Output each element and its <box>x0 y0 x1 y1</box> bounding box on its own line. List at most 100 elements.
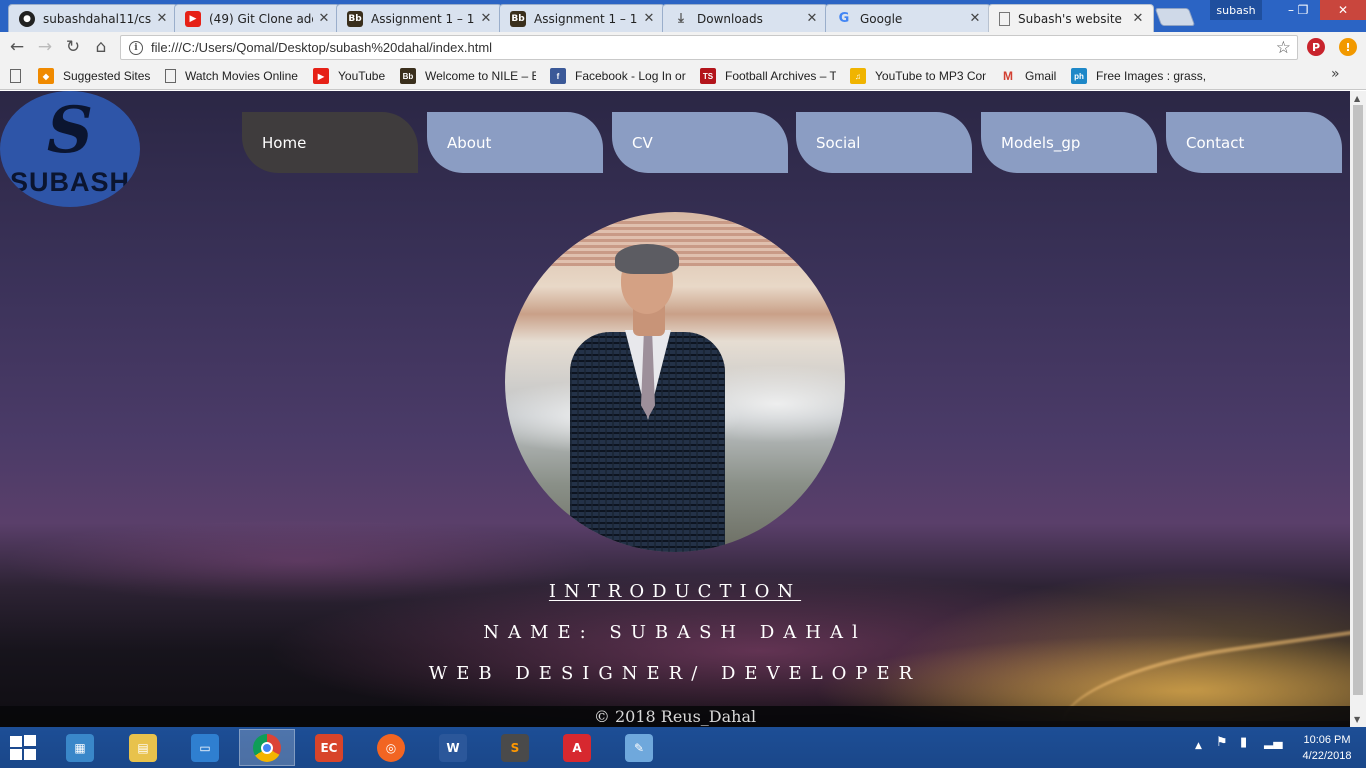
taskbar-file-explorer[interactable]: ▤ <box>115 729 171 766</box>
sublime-text-icon: S <box>501 733 529 762</box>
exam-app-icon: EC <box>315 733 343 762</box>
suggested-sites-icon: ◆ <box>38 68 54 84</box>
page-viewport: S SUBASH Home About CV Social Models_gp … <box>0 91 1350 727</box>
close-window-button[interactable]: ✕ <box>1320 0 1366 20</box>
forward-button[interactable]: → <box>34 36 56 58</box>
page-icon <box>999 11 1010 26</box>
browser-tab[interactable]: ● subashdahal11/csy ✕ <box>8 4 178 32</box>
scroll-up-icon[interactable]: ▲ <box>1354 94 1360 103</box>
bookmark-label: Watch Movies Online <box>185 69 298 83</box>
bookmark-label: Gmail <box>1025 69 1057 83</box>
browser-tab[interactable]: ⤓ Downloads ✕ <box>662 4 828 32</box>
battery-icon[interactable]: ▮ <box>1240 735 1247 750</box>
browser-toolbar: ← → ↻ ⌂ i file:///C:/Users/Qomal/Desktop… <box>0 32 1366 62</box>
intro-heading: INTRODUCTION <box>0 581 1350 602</box>
taskbar-exam-app[interactable]: EC <box>301 729 357 766</box>
bookmark-label: YouTube to MP3 Conv <box>875 69 986 83</box>
close-tab-icon[interactable]: ✕ <box>642 11 656 26</box>
taskbar-remote-desktop[interactable]: ▭ <box>177 729 233 766</box>
bookmark-star-icon[interactable]: ☆ <box>1276 38 1291 58</box>
bookmark-item[interactable]: f Facebook - Log In or <box>550 67 686 85</box>
browser-tab[interactable]: G Google ✕ <box>825 4 991 32</box>
bookmark-item[interactable]: Bb Welcome to NILE – B <box>400 67 536 85</box>
taskbar-acrobat[interactable]: A <box>549 729 605 766</box>
page-icon <box>165 69 176 83</box>
maximize-button[interactable]: ❐ <box>1288 0 1318 20</box>
word-icon: W <box>439 733 467 762</box>
bookmark-item[interactable]: TS Football Archives – T <box>700 67 836 85</box>
browser-tab[interactable]: Bb Assignment 1 – 17/ ✕ <box>499 4 665 32</box>
pixabay-icon: ph <box>1071 68 1087 84</box>
facebook-icon: f <box>550 68 566 84</box>
taskbar-chrome[interactable] <box>239 729 295 766</box>
bookmark-item[interactable]: ph Free Images : grass, t <box>1071 67 1207 85</box>
bookmark-label: Football Archives – T <box>725 69 836 83</box>
bookmark-label: YouTube <box>338 69 386 83</box>
scrollbar-thumb[interactable] <box>1353 105 1363 695</box>
taskbar-control-panel[interactable]: ▦ <box>52 729 108 766</box>
intro-name: NAME: SUBASH DAHAl <box>483 622 867 643</box>
tab-title: subashdahal11/csy <box>43 11 151 26</box>
browser-tab-active[interactable]: Subash's website ✕ <box>988 4 1154 32</box>
chrome-icon <box>253 733 281 762</box>
show-hidden-icons-icon[interactable]: ▲ <box>1195 741 1202 751</box>
back-button[interactable]: ← <box>6 36 28 58</box>
site-logo[interactable]: S SUBASH <box>0 91 140 207</box>
bookmark-item[interactable]: ♫ YouTube to MP3 Conv <box>850 67 986 85</box>
bookmark-item[interactable]: Watch Movies Online <box>165 67 299 85</box>
scroll-down-icon[interactable]: ▼ <box>1354 715 1360 724</box>
start-button[interactable] <box>8 735 38 761</box>
youtube-icon: ▶ <box>185 10 201 27</box>
close-tab-icon[interactable]: ✕ <box>479 11 493 26</box>
youtube-icon: ▶ <box>313 68 329 84</box>
windows-taskbar: ▦ ▤ ▭ EC ◎ W S A ✎ ▲ ⚑ ▮ ▂▄ 10:06 PM 4/2… <box>0 727 1366 768</box>
nav-about[interactable]: About <box>427 112 603 173</box>
home-button[interactable]: ⌂ <box>90 36 112 58</box>
bookmarks-overflow-button[interactable]: » <box>1331 66 1340 82</box>
blackboard-icon: Bb <box>510 10 526 27</box>
intro-heading-text: INTRODUCTION <box>548 581 802 602</box>
close-tab-icon[interactable]: ✕ <box>968 11 982 26</box>
system-clock[interactable]: 10:06 PM 4/22/2018 <box>1292 732 1362 764</box>
new-tab-button[interactable] <box>1154 8 1196 26</box>
close-tab-icon[interactable]: ✕ <box>317 11 331 26</box>
bookmark-item[interactable]: ▶ YouTube <box>313 67 393 85</box>
browser-tab[interactable]: ▶ (49) Git Clone add c ✕ <box>174 4 340 32</box>
nav-home[interactable]: Home <box>242 112 418 173</box>
page-scrollbar[interactable]: ▲ ▼ <box>1350 91 1366 727</box>
pinterest-icon[interactable]: P <box>1307 38 1325 56</box>
taskbar-word[interactable]: W <box>425 729 481 766</box>
url-text[interactable]: file:///C:/Users/Qomal/Desktop/subash%20… <box>151 40 1276 55</box>
converter-icon: ♫ <box>850 68 866 84</box>
network-signal-icon[interactable]: ▂▄ <box>1264 735 1282 749</box>
close-tab-icon[interactable]: ✕ <box>155 11 169 26</box>
profile-photo <box>505 212 845 552</box>
bookmark-item[interactable]: ◆ Suggested Sites <box>38 67 156 85</box>
nav-social[interactable]: Social <box>796 112 972 173</box>
clock-time: 10:06 PM <box>1303 734 1351 746</box>
address-bar[interactable]: i file:///C:/Users/Qomal/Desktop/subash%… <box>120 35 1298 60</box>
site-footer: © 2018 Reus_Dahal <box>0 706 1350 727</box>
taskbar-sublime-text[interactable]: S <box>487 729 543 766</box>
taskbar-paint[interactable]: ✎ <box>611 729 667 766</box>
reload-button[interactable]: ↻ <box>62 36 84 58</box>
bookmark-item[interactable]: M Gmail <box>1000 67 1064 85</box>
action-center-flag-icon[interactable]: ⚑ <box>1216 735 1228 750</box>
control-panel-icon: ▦ <box>66 733 94 762</box>
close-tab-icon[interactable]: ✕ <box>805 11 819 26</box>
browser-tab-strip: ● subashdahal11/csy ✕ ▶ (49) Git Clone a… <box>0 0 1366 32</box>
tab-title: Subash's website <box>1018 11 1122 26</box>
tab-title: (49) Git Clone add c <box>209 11 313 26</box>
acrobat-icon: A <box>563 733 591 762</box>
nav-models-gp[interactable]: Models_gp <box>981 112 1157 173</box>
nav-cv[interactable]: CV <box>612 112 788 173</box>
apps-page-icon[interactable] <box>10 67 21 85</box>
alert-icon[interactable]: ! <box>1339 38 1357 56</box>
info-icon[interactable]: i <box>129 40 143 55</box>
profile-button[interactable]: subash <box>1210 0 1262 20</box>
taskbar-origin[interactable]: ◎ <box>363 729 419 766</box>
close-tab-icon[interactable]: ✕ <box>1131 11 1145 26</box>
nav-contact[interactable]: Contact <box>1166 112 1342 173</box>
browser-tab[interactable]: Bb Assignment 1 – 17/ ✕ <box>336 4 502 32</box>
photo-hair <box>615 244 679 274</box>
